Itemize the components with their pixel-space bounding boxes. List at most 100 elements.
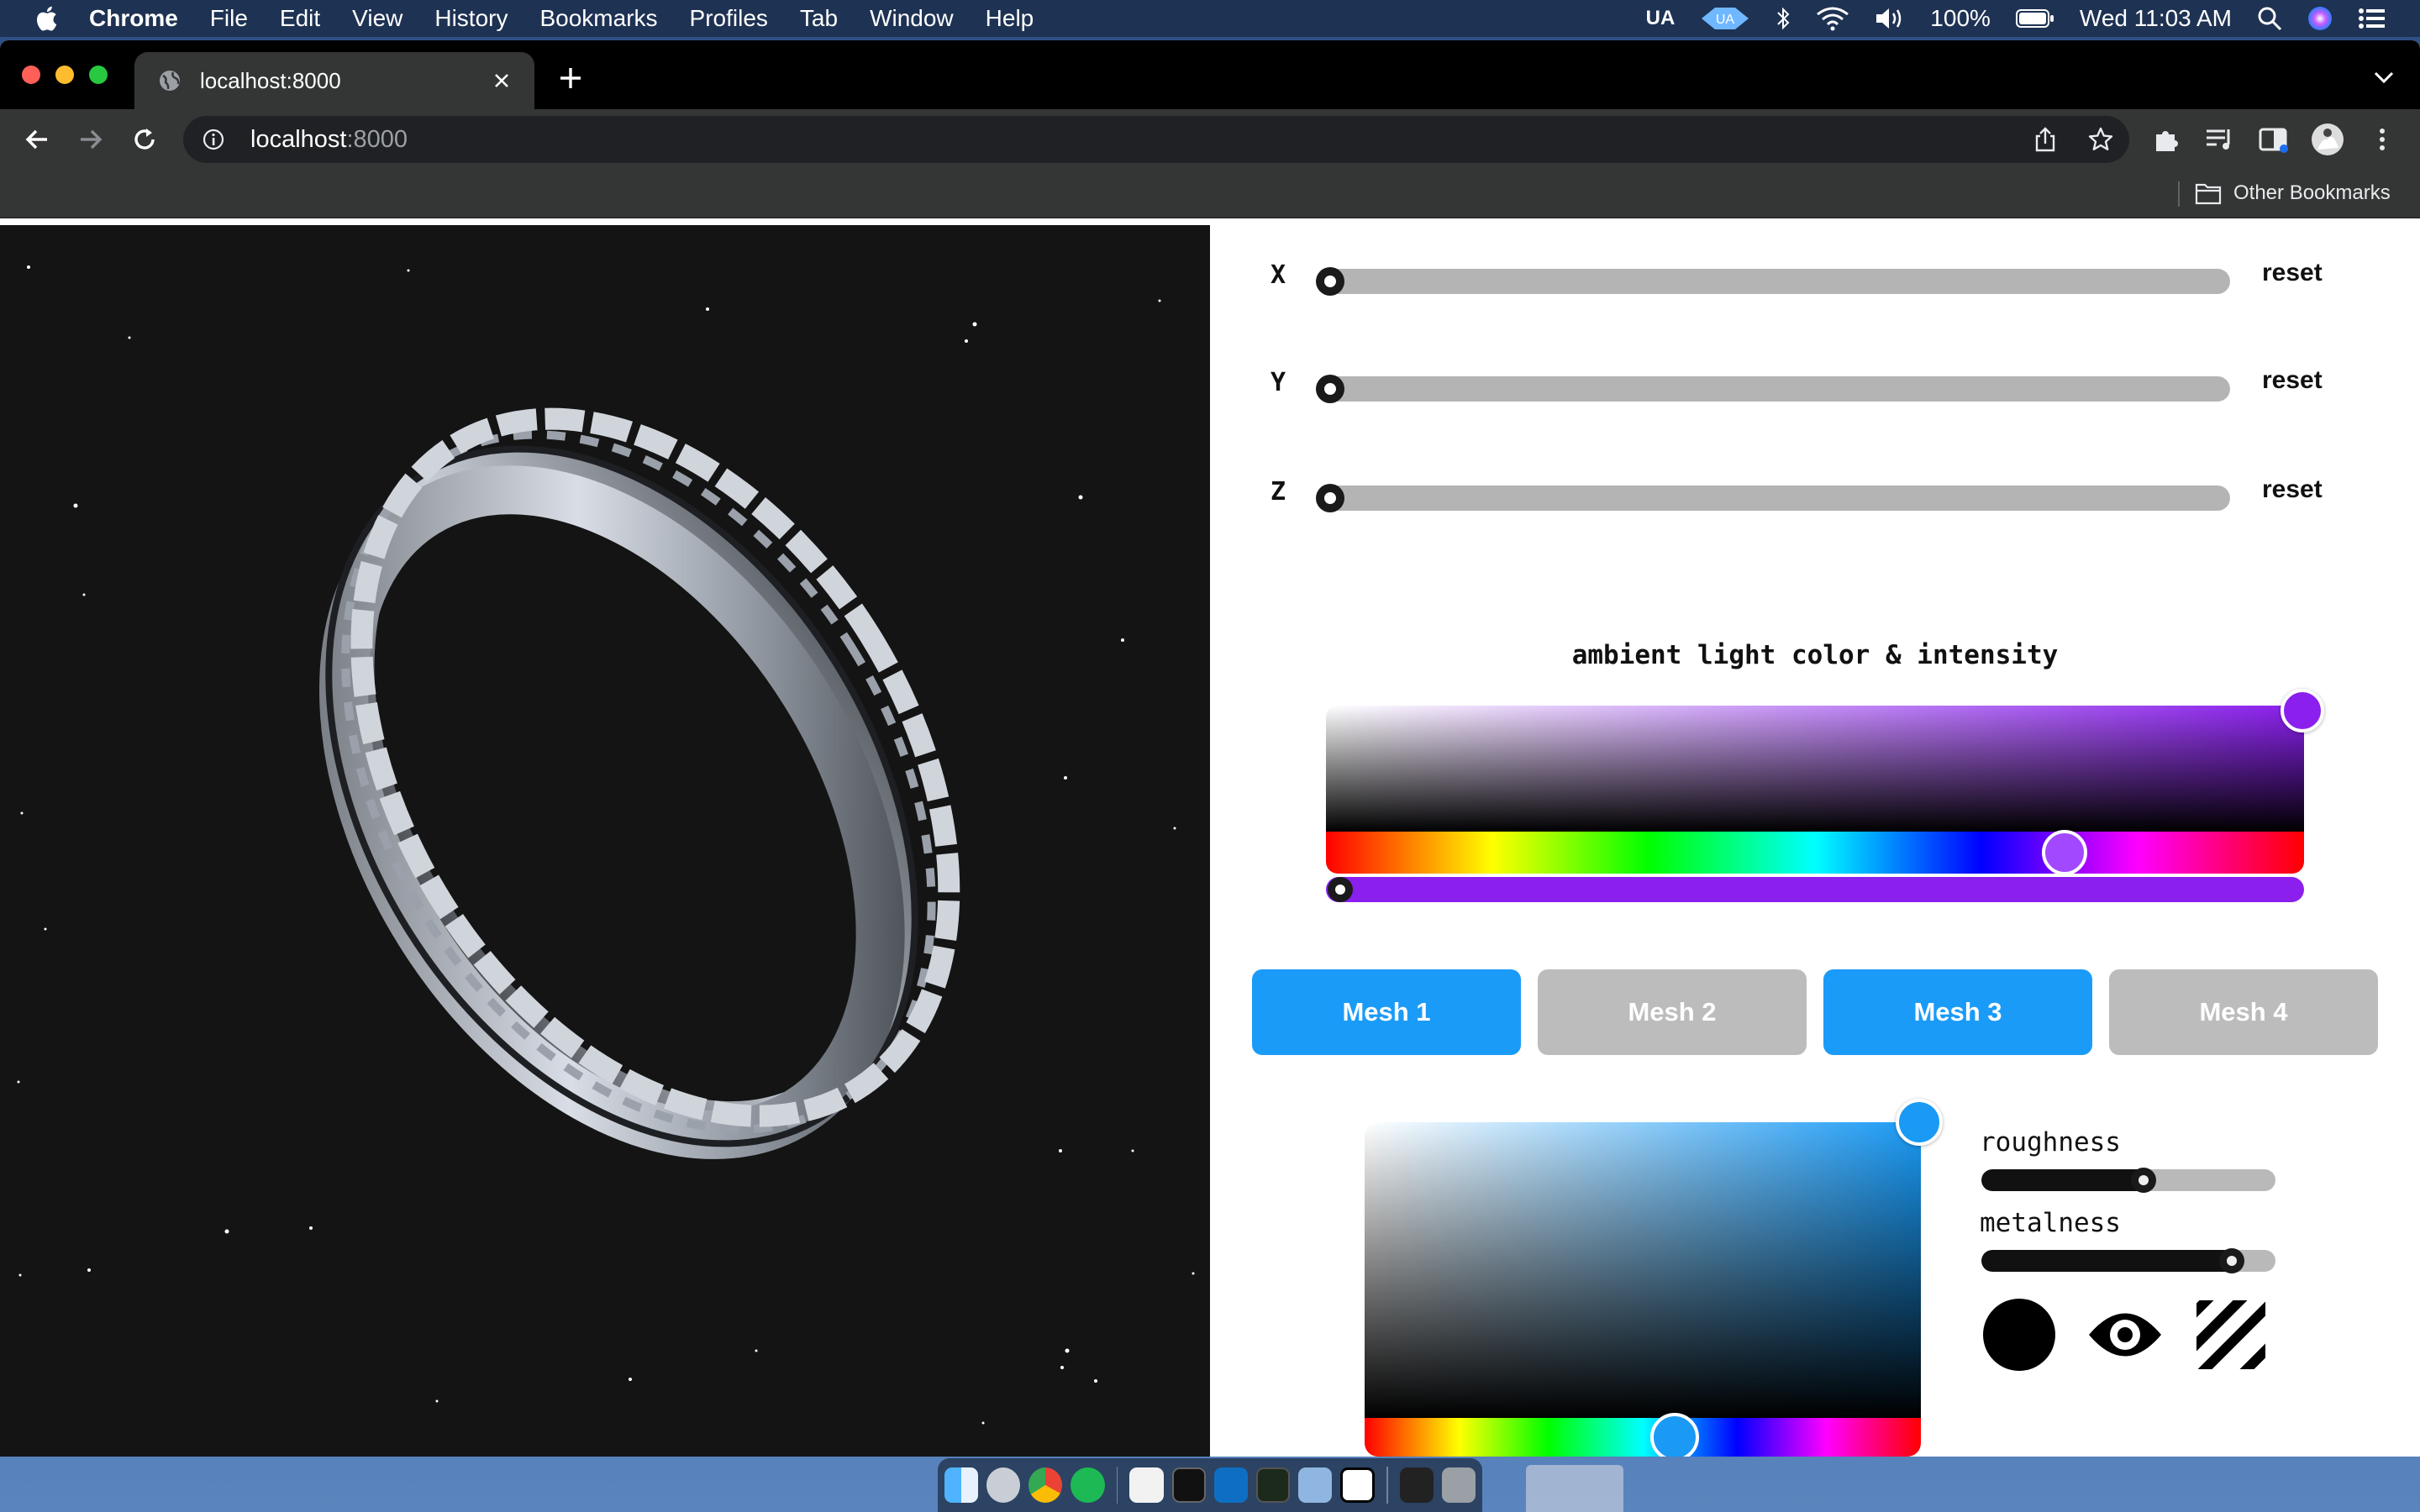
menu-app-name[interactable]: Chrome bbox=[89, 5, 178, 32]
battery-icon[interactable] bbox=[2015, 8, 2054, 29]
reading-sidebar-icon[interactable] bbox=[2257, 123, 2291, 156]
dock-separator bbox=[1386, 1467, 1388, 1504]
eye-icon[interactable] bbox=[2087, 1297, 2163, 1373]
3d-viewer-canvas[interactable] bbox=[0, 225, 1210, 1457]
bookmark-star-icon[interactable] bbox=[2087, 126, 2114, 153]
axis-row-z: Z reset bbox=[1210, 469, 2420, 519]
menu-view[interactable]: View bbox=[352, 5, 402, 32]
material-hue-handle[interactable] bbox=[1650, 1413, 1699, 1457]
roughness-slider[interactable] bbox=[1981, 1169, 2275, 1191]
keyboard-layout-indicator[interactable]: UA bbox=[1646, 7, 1676, 30]
tab-search-chevron-icon[interactable] bbox=[2373, 69, 2395, 86]
address-bar-actions bbox=[2032, 126, 2114, 153]
control-center-icon[interactable] bbox=[2358, 7, 2386, 30]
globe-icon bbox=[160, 71, 180, 91]
material-saturation-picker[interactable] bbox=[1365, 1122, 1921, 1418]
material-color-handle[interactable] bbox=[1896, 1099, 1943, 1146]
spotify-icon[interactable] bbox=[1071, 1467, 1105, 1503]
slider-thumb[interactable] bbox=[1316, 375, 1344, 403]
rotation-y-slider[interactable] bbox=[1316, 375, 2230, 403]
metalness-fill bbox=[1981, 1250, 2240, 1272]
window-close-button[interactable] bbox=[22, 66, 40, 84]
axis-row-x: X reset bbox=[1210, 252, 2420, 302]
disk-utility-icon[interactable] bbox=[986, 1467, 1021, 1503]
menu-bookmarks[interactable]: Bookmarks bbox=[539, 5, 657, 32]
wifi-icon[interactable] bbox=[1816, 6, 1849, 31]
spotlight-search-icon[interactable] bbox=[2257, 6, 2282, 31]
dock bbox=[938, 1458, 1482, 1512]
url-port: :8000 bbox=[346, 125, 408, 153]
site-info-icon[interactable] bbox=[202, 128, 225, 151]
ambient-hue-handle[interactable] bbox=[2042, 830, 2087, 875]
metalness-label: metalness bbox=[1980, 1208, 2121, 1238]
reset-y-button[interactable]: reset bbox=[2262, 366, 2323, 395]
forward-arrow-icon[interactable] bbox=[76, 124, 106, 155]
folder-icon bbox=[2195, 183, 2222, 205]
extensions-puzzle-icon[interactable] bbox=[2149, 123, 2183, 156]
apple-menu-icon[interactable] bbox=[34, 5, 59, 32]
ambient-intensity-handle[interactable] bbox=[1328, 877, 1353, 902]
vscode-icon[interactable] bbox=[1213, 1467, 1248, 1503]
rotation-x-slider[interactable] bbox=[1316, 267, 2230, 296]
new-tab-icon[interactable] bbox=[558, 66, 583, 91]
other-bookmarks-folder[interactable]: Other Bookmarks bbox=[2195, 181, 2391, 205]
address-bar[interactable]: localhost:8000 bbox=[183, 116, 2129, 163]
siri-icon[interactable] bbox=[2307, 6, 2333, 31]
activity-monitor-icon[interactable] bbox=[1255, 1467, 1291, 1503]
notion-icon[interactable] bbox=[1340, 1467, 1375, 1503]
window-zoom-button[interactable] bbox=[89, 66, 108, 84]
finder-icon[interactable] bbox=[944, 1467, 979, 1503]
reload-icon[interactable] bbox=[129, 124, 160, 155]
circle-icon[interactable] bbox=[1981, 1297, 2057, 1373]
ambient-intensity-slider[interactable] bbox=[1326, 877, 2304, 902]
material-hue-slider[interactable] bbox=[1365, 1418, 1921, 1457]
mesh-3-button[interactable]: Mesh 3 bbox=[1823, 969, 2092, 1055]
notes-icon[interactable] bbox=[1129, 1467, 1164, 1503]
mesh-1-button[interactable]: Mesh 1 bbox=[1252, 969, 1521, 1055]
tab-title: localhost:8000 bbox=[200, 67, 341, 93]
rotation-z-slider[interactable] bbox=[1316, 484, 2230, 512]
bookmarks-separator bbox=[2178, 181, 2180, 207]
roughness-fill bbox=[1981, 1169, 2152, 1191]
menu-help[interactable]: Help bbox=[986, 5, 1034, 32]
reset-x-button[interactable]: reset bbox=[2262, 259, 2323, 287]
control-panel: X reset Y reset Z reset ambient light co… bbox=[1210, 225, 2420, 1457]
trash-icon[interactable] bbox=[1441, 1467, 1476, 1503]
document-icon[interactable] bbox=[1399, 1467, 1434, 1503]
window-minimize-button[interactable] bbox=[55, 66, 74, 84]
volume-icon[interactable] bbox=[1875, 6, 1905, 31]
menu-history[interactable]: History bbox=[434, 5, 508, 32]
chrome-menu-icon[interactable] bbox=[2370, 123, 2395, 156]
slider-thumb[interactable] bbox=[1316, 267, 1344, 296]
menu-file[interactable]: File bbox=[210, 5, 248, 32]
ring-scene bbox=[17, 265, 1195, 1425]
terminal-icon[interactable] bbox=[1171, 1467, 1206, 1503]
slider-thumb[interactable] bbox=[1316, 484, 1344, 512]
menu-profiles[interactable]: Profiles bbox=[690, 5, 768, 32]
menu-window[interactable]: Window bbox=[870, 5, 954, 32]
preview-icon[interactable] bbox=[1298, 1467, 1333, 1503]
ambient-hue-slider[interactable] bbox=[1326, 832, 2304, 874]
tab-localhost[interactable]: localhost:8000 bbox=[134, 52, 534, 109]
audio-device-icon[interactable]: UA bbox=[1700, 6, 1750, 31]
mesh-4-button[interactable]: Mesh 4 bbox=[2109, 969, 2378, 1055]
share-icon[interactable] bbox=[2032, 126, 2059, 153]
other-bookmarks-label: Other Bookmarks bbox=[2233, 181, 2391, 204]
tab-close-icon[interactable] bbox=[492, 71, 511, 90]
metalness-handle[interactable] bbox=[2218, 1248, 2244, 1273]
mesh-2-button[interactable]: Mesh 2 bbox=[1538, 969, 1807, 1055]
menu-edit[interactable]: Edit bbox=[280, 5, 320, 32]
back-arrow-icon[interactable] bbox=[22, 124, 52, 155]
ambient-saturation-picker[interactable] bbox=[1326, 706, 2304, 832]
chrome-icon[interactable] bbox=[1028, 1467, 1063, 1503]
profile-avatar-icon[interactable] bbox=[2311, 123, 2344, 156]
roughness-handle[interactable] bbox=[2130, 1168, 2156, 1193]
menu-tab[interactable]: Tab bbox=[800, 5, 838, 32]
ambient-color-handle[interactable] bbox=[2281, 689, 2324, 732]
reset-z-button[interactable]: reset bbox=[2262, 475, 2323, 504]
media-controls-icon[interactable] bbox=[2203, 123, 2237, 156]
clock[interactable]: Wed 11:03 AM bbox=[2080, 5, 2232, 32]
stripes-icon[interactable] bbox=[2193, 1297, 2269, 1373]
roughness-label: roughness bbox=[1980, 1127, 2121, 1158]
bluetooth-icon[interactable] bbox=[1776, 6, 1791, 31]
